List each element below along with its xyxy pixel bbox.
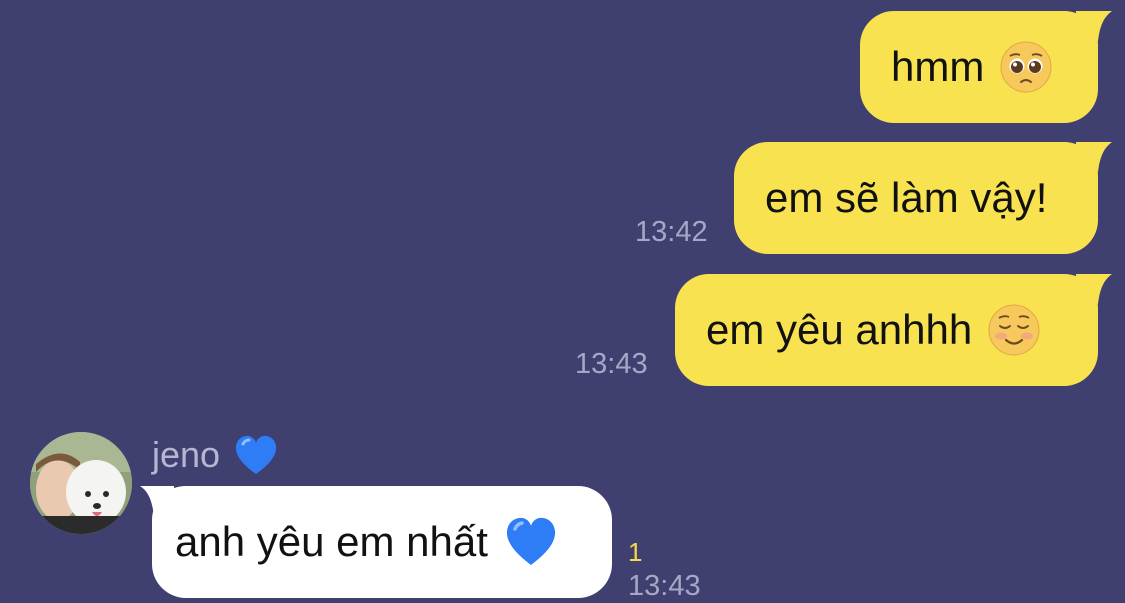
message-text: em sẽ làm vậy!	[765, 174, 1048, 221]
avatar[interactable]	[30, 432, 132, 534]
bubble-tail	[1076, 11, 1112, 41]
bubble-tail	[140, 486, 174, 516]
smiling-face-icon	[988, 304, 1040, 356]
outgoing-message-bubble[interactable]: em yêu anhhh	[675, 274, 1112, 386]
outgoing-message-bubble[interactable]: em sẽ làm vậy!	[734, 142, 1112, 254]
message-text: em yêu anhhh	[706, 306, 973, 353]
message-timestamp: 13:43	[575, 348, 648, 380]
bubble-tail	[1076, 274, 1112, 304]
blue-heart-icon	[506, 517, 555, 565]
unread-count: 1	[628, 537, 643, 567]
message-text: anh yêu em nhất	[175, 518, 488, 565]
sender-name: jeno	[152, 434, 278, 476]
incoming-message-bubble[interactable]: anh yêu em nhất	[140, 486, 612, 598]
outgoing-message-bubble[interactable]: hmm	[860, 11, 1112, 123]
message-timestamp: 13:42	[635, 216, 708, 248]
sender-name-text: jeno	[152, 434, 221, 475]
blue-heart-icon	[235, 435, 277, 474]
bubble-tail	[1076, 142, 1112, 172]
chat-area: hmm em sẽ làm vậy! 13:42 em yêu anhhh 13…	[0, 0, 1125, 602]
message-timestamp: 13:43	[628, 570, 701, 602]
profile-photo	[30, 432, 132, 534]
pleading-face-icon	[1000, 41, 1052, 93]
message-text: hmm	[891, 43, 985, 90]
